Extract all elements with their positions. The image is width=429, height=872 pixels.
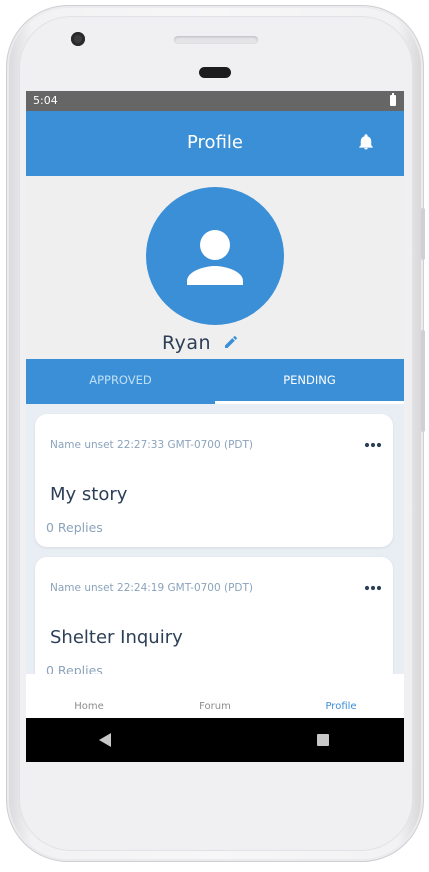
post-meta: Name unset 22:27:33 GMT-0700 (PDT) xyxy=(50,439,254,451)
nav-profile[interactable]: Profile xyxy=(278,701,404,712)
status-time: 5:04 xyxy=(33,94,58,107)
more-horizontal-icon[interactable] xyxy=(364,585,382,591)
nav-forum[interactable]: Forum xyxy=(152,701,278,712)
more-horizontal-icon[interactable] xyxy=(364,442,382,448)
profile-header: Ryan xyxy=(26,176,404,359)
nav-home[interactable]: Home xyxy=(26,701,152,712)
app-screen: 5:04 Profile Ryan APPROVED PENDING Name … xyxy=(26,91,404,762)
power-button xyxy=(421,330,425,432)
earpiece-speaker xyxy=(174,36,258,44)
post-status-tabs: APPROVED PENDING xyxy=(26,359,404,404)
bell-icon[interactable] xyxy=(357,133,375,151)
post-title: My story xyxy=(50,484,128,505)
posts-list[interactable]: Name unset 22:27:33 GMT-0700 (PDT) My st… xyxy=(26,404,404,674)
avatar[interactable] xyxy=(146,187,284,325)
volume-button xyxy=(421,208,425,260)
tab-pending[interactable]: PENDING xyxy=(215,359,404,404)
app-bar: Profile xyxy=(26,111,404,176)
status-bar: 5:04 xyxy=(26,91,404,111)
post-replies: 0 Replies xyxy=(46,520,103,535)
page-title: Profile xyxy=(187,132,243,153)
battery-icon xyxy=(390,93,396,106)
post-card[interactable]: Name unset 22:24:19 GMT-0700 (PDT) Shelt… xyxy=(35,557,393,674)
post-card[interactable]: Name unset 22:27:33 GMT-0700 (PDT) My st… xyxy=(35,414,393,547)
post-replies: 0 Replies xyxy=(46,663,103,674)
system-navigation-bar xyxy=(26,718,404,762)
tab-approved[interactable]: APPROVED xyxy=(26,359,215,404)
person-icon xyxy=(187,230,243,285)
profile-name: Ryan xyxy=(162,332,212,354)
proximity-sensor xyxy=(199,67,231,78)
post-meta: Name unset 22:24:19 GMT-0700 (PDT) xyxy=(50,582,254,594)
bottom-navigation: Home Forum Profile xyxy=(26,674,404,718)
square-icon[interactable] xyxy=(317,734,329,746)
pencil-icon[interactable] xyxy=(223,334,239,350)
back-triangle-icon[interactable] xyxy=(99,733,111,747)
post-title: Shelter Inquiry xyxy=(50,627,183,648)
front-camera xyxy=(71,32,85,46)
